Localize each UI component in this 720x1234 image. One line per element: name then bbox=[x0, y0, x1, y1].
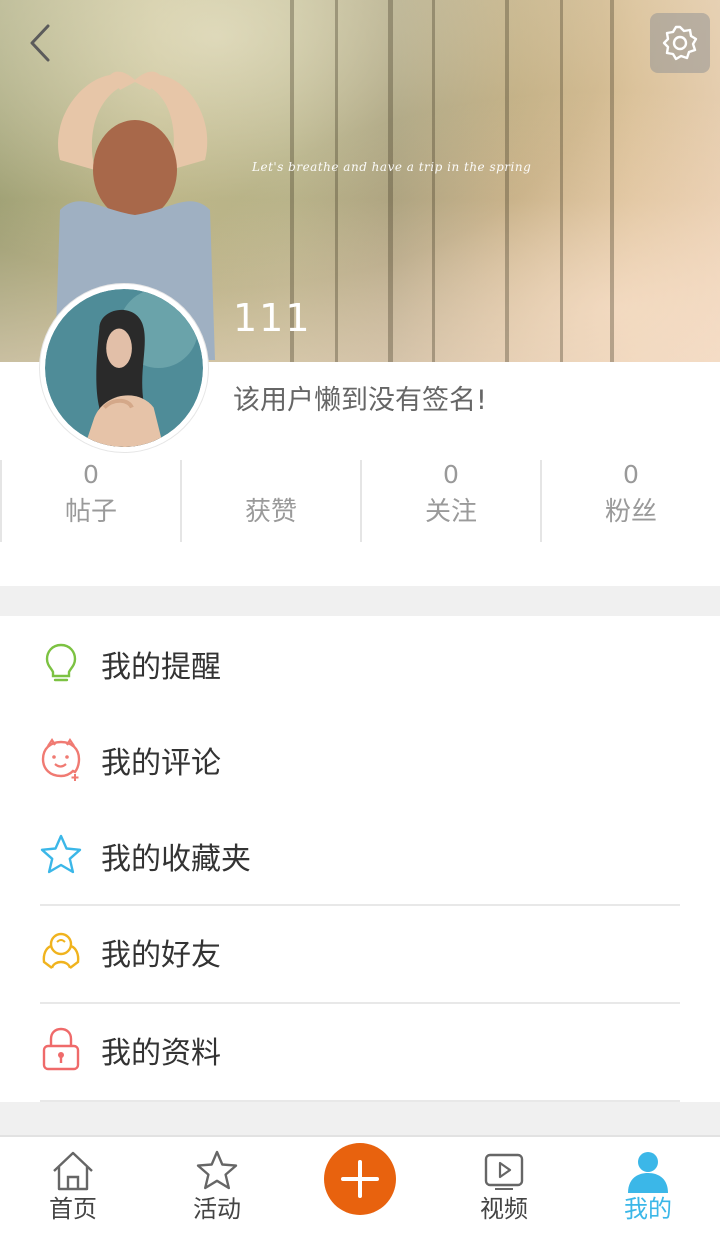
menu-item-favorites[interactable]: 我的收藏夹 bbox=[0, 808, 720, 904]
lightbulb-icon bbox=[45, 643, 77, 682]
create-post-button[interactable] bbox=[324, 1143, 396, 1215]
stat-likes[interactable]: 获赞 bbox=[180, 460, 360, 542]
stat-followers[interactable]: 0 粉丝 bbox=[540, 460, 720, 542]
banner-tree bbox=[505, 0, 509, 362]
menu-divider bbox=[40, 1100, 680, 1102]
friends-icon bbox=[42, 932, 80, 969]
menu-item-label: 我的收藏夹 bbox=[101, 842, 251, 877]
star-icon bbox=[40, 834, 82, 874]
stat-posts-count: 0 bbox=[83, 460, 99, 489]
video-icon bbox=[484, 1153, 524, 1190]
menu-item-label: 我的好友 bbox=[101, 938, 221, 973]
stat-followers-count: 0 bbox=[623, 460, 639, 489]
menu-item-profile-info[interactable]: 我的资料 bbox=[0, 1002, 720, 1098]
avatar-image bbox=[45, 289, 203, 447]
lock-icon bbox=[42, 1027, 80, 1071]
menu-item-comments[interactable]: 我的评论 bbox=[0, 712, 720, 808]
banner-tree bbox=[610, 0, 614, 362]
tab-me[interactable]: 我的 bbox=[593, 1137, 703, 1234]
stat-likes-label: 获赞 bbox=[244, 497, 297, 527]
menu-item-reminders[interactable]: 我的提醒 bbox=[0, 616, 720, 712]
banner-tree bbox=[560, 0, 563, 362]
gear-icon bbox=[662, 25, 698, 61]
star-outline-icon bbox=[196, 1150, 238, 1190]
profile-stats: 0 帖子 获赞 0 关注 0 粉丝 bbox=[0, 460, 720, 542]
tab-me-label: 我的 bbox=[624, 1195, 672, 1223]
chevron-left-icon bbox=[30, 24, 50, 62]
stat-followers-label: 粉丝 bbox=[604, 497, 657, 527]
banner-tagline: Let's breathe and have a trip in the spr… bbox=[252, 160, 532, 174]
stat-following[interactable]: 0 关注 bbox=[360, 460, 540, 542]
stat-posts[interactable]: 0 帖子 bbox=[0, 460, 180, 542]
avatar[interactable] bbox=[40, 284, 208, 452]
menu-list: 我的提醒 我的评论 我的收藏夹 我的好友 我的资料 bbox=[0, 616, 720, 1102]
stat-posts-label: 帖子 bbox=[64, 497, 117, 527]
smiley-face-icon bbox=[41, 737, 81, 781]
menu-item-label: 我的提醒 bbox=[101, 650, 221, 685]
banner-tree bbox=[335, 0, 338, 362]
person-icon bbox=[628, 1152, 668, 1193]
tab-home-label: 首页 bbox=[49, 1195, 97, 1223]
stat-following-label: 关注 bbox=[424, 497, 477, 527]
username: 111 bbox=[233, 296, 312, 340]
menu-item-label: 我的资料 bbox=[101, 1036, 221, 1071]
tab-activities[interactable]: 活动 bbox=[162, 1137, 272, 1234]
settings-button[interactable] bbox=[650, 13, 710, 73]
tab-home[interactable]: 首页 bbox=[18, 1137, 128, 1234]
menu-item-friends[interactable]: 我的好友 bbox=[0, 904, 720, 1000]
stat-following-count: 0 bbox=[443, 460, 459, 489]
banner-tree bbox=[432, 0, 435, 362]
stat-likes-count bbox=[182, 460, 360, 490]
menu-item-label: 我的评论 bbox=[101, 746, 221, 781]
tab-activities-label: 活动 bbox=[193, 1195, 241, 1223]
tab-video[interactable]: 视频 bbox=[449, 1137, 559, 1234]
user-signature: 该用户懒到没有签名! bbox=[233, 385, 487, 416]
tab-video-label: 视频 bbox=[480, 1195, 528, 1223]
back-button[interactable] bbox=[18, 18, 62, 68]
home-icon bbox=[53, 1151, 93, 1191]
banner-tree bbox=[388, 0, 393, 362]
